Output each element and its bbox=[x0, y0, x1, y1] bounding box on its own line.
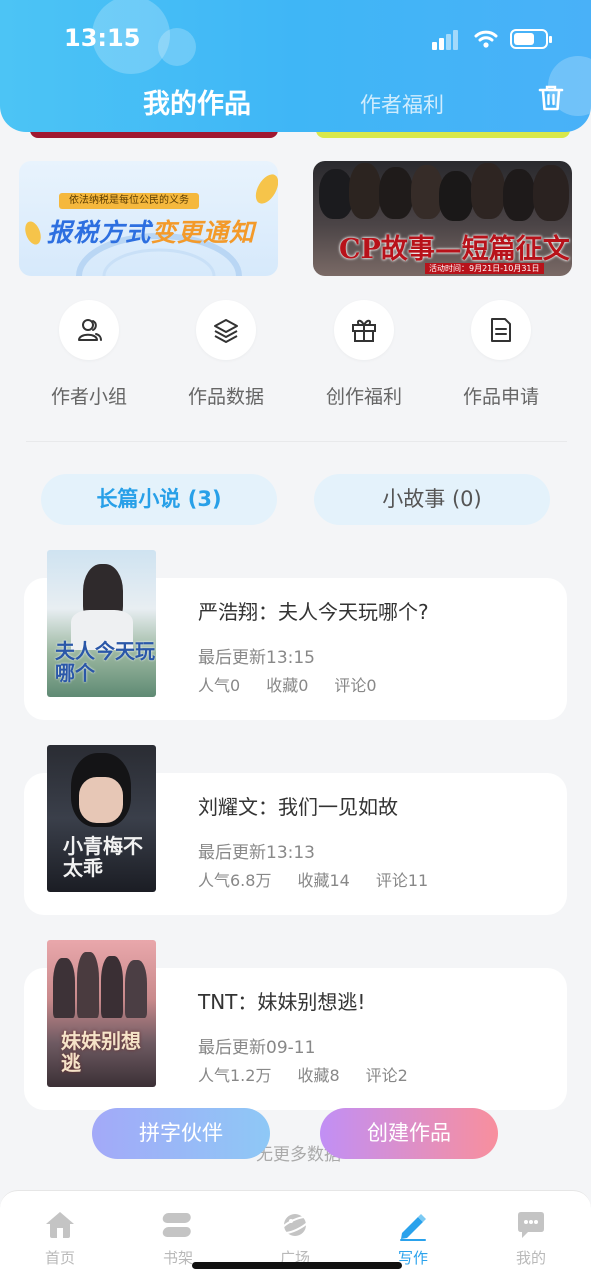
pen-icon bbox=[400, 1214, 426, 1241]
create-work-button[interactable]: 创建作品 bbox=[320, 1108, 498, 1159]
tab-short-story[interactable]: 小故事 (0) bbox=[314, 474, 550, 525]
work-comments: 评论11 bbox=[375, 871, 429, 890]
tab-my-works[interactable]: 我的作品 bbox=[143, 82, 251, 121]
decor-figure bbox=[379, 167, 413, 219]
quick-action-creation-welfare[interactable]: 创作福利 bbox=[304, 300, 424, 409]
work-popularity: 人气6.8万 bbox=[198, 871, 272, 890]
work-cover[interactable]: 夫人今天玩哪个 bbox=[47, 550, 156, 697]
nav-square[interactable]: 广场 bbox=[255, 1209, 335, 1268]
work-favorites: 收藏14 bbox=[297, 871, 350, 890]
bookshelf-icon bbox=[162, 1213, 191, 1237]
tab-author-welfare[interactable]: 作者福利 bbox=[360, 89, 444, 119]
home-icon bbox=[46, 1212, 74, 1238]
work-comments: 评论2 bbox=[365, 1066, 408, 1085]
banner-cp-date: 活动时间：9月21日-10月31日 bbox=[425, 263, 544, 274]
decor-figure bbox=[349, 163, 381, 219]
quick-action-label: 创作福利 bbox=[325, 386, 402, 408]
quick-action-label: 作者小组 bbox=[50, 386, 127, 408]
layers-icon bbox=[214, 319, 238, 343]
cover-figure bbox=[101, 956, 123, 1018]
nav-mine[interactable]: 我的 bbox=[491, 1209, 571, 1268]
decor-figure bbox=[319, 169, 353, 219]
nav-label: 我的 bbox=[515, 1249, 546, 1267]
cover-figure bbox=[79, 777, 123, 823]
work-comments: 评论0 bbox=[334, 676, 377, 695]
work-popularity: 人气0 bbox=[198, 676, 241, 695]
work-cover[interactable]: 妹妹别想逃 bbox=[47, 940, 156, 1087]
quick-action-icon-wrap bbox=[471, 300, 531, 360]
cover-figure bbox=[77, 952, 99, 1018]
work-favorites: 收藏0 bbox=[266, 676, 309, 695]
work-favorites: 收藏8 bbox=[297, 1066, 340, 1085]
banner-tax-title-a: 报税方式 bbox=[47, 218, 152, 247]
work-stats: 人气0 收藏0 评论0 bbox=[198, 672, 403, 696]
banner-tax-title: 报税方式变更通知 bbox=[47, 213, 255, 249]
nav-home[interactable]: 首页 bbox=[20, 1209, 100, 1268]
quick-action-work-data[interactable]: 作品数据 bbox=[166, 300, 286, 409]
decor-figure bbox=[471, 163, 505, 219]
work-updated: 最后更新13:15 bbox=[198, 648, 315, 668]
home-indicator bbox=[192, 1262, 402, 1269]
banner-tax-notice[interactable]: 依法纳税是每位公民的义务 报税方式变更通知 bbox=[19, 161, 278, 276]
banner-cp-title: CP故事—短篇征文 bbox=[339, 234, 570, 265]
cover-title: 小青梅不太乖 bbox=[63, 834, 143, 880]
decor-bubble bbox=[158, 28, 196, 66]
signal-icon bbox=[432, 30, 462, 50]
status-time: 13:15 bbox=[64, 24, 141, 52]
work-title: 刘耀文：我们一见如故 bbox=[198, 795, 398, 819]
tab-long-novel[interactable]: 长篇小说 (3) bbox=[41, 474, 277, 525]
nav-bookshelf[interactable]: 书架 bbox=[138, 1209, 218, 1268]
trash-icon[interactable] bbox=[535, 82, 567, 114]
work-popularity: 人气1.2万 bbox=[198, 1066, 272, 1085]
quick-action-author-group[interactable]: 作者小组 bbox=[29, 300, 149, 409]
work-cover[interactable]: 小青梅不太乖 bbox=[47, 745, 156, 892]
quick-action-label: 作品申请 bbox=[462, 386, 539, 408]
work-stats: 人气6.8万 收藏14 评论11 bbox=[198, 867, 454, 891]
wifi-icon bbox=[474, 30, 498, 48]
gift-icon bbox=[352, 319, 376, 342]
decor-figure bbox=[439, 171, 473, 221]
quick-action-icon-wrap bbox=[59, 300, 119, 360]
work-title: 严浩翔：夫人今天玩哪个? bbox=[198, 600, 429, 624]
header: 13:15 我的作品 作者福利 bbox=[0, 0, 591, 132]
decor-figure bbox=[503, 169, 535, 221]
chat-icon bbox=[518, 1212, 544, 1238]
decor-figure bbox=[533, 165, 569, 221]
divider bbox=[26, 441, 567, 442]
work-stats: 人气1.2万 收藏8 评论2 bbox=[198, 1062, 434, 1086]
document-icon bbox=[491, 318, 511, 342]
banner-cp-contest[interactable]: CP故事—短篇征文 活动时间：9月21日-10月31日 bbox=[313, 161, 572, 276]
planet-icon bbox=[279, 1214, 311, 1236]
author-group-icon bbox=[78, 319, 102, 341]
cover-title: 妹妹别想逃 bbox=[61, 1029, 141, 1075]
quick-action-label: 作品数据 bbox=[187, 386, 264, 408]
nav-label: 首页 bbox=[44, 1249, 75, 1267]
quick-action-work-apply[interactable]: 作品申请 bbox=[441, 300, 561, 409]
banner-tax-subtitle: 依法纳税是每位公民的义务 bbox=[59, 193, 199, 209]
cover-figure bbox=[53, 958, 75, 1018]
cover-title: 夫人今天玩哪个 bbox=[55, 639, 155, 685]
work-updated: 最后更新09-11 bbox=[198, 1038, 316, 1058]
battery-icon bbox=[510, 29, 552, 49]
quick-action-icon-wrap bbox=[334, 300, 394, 360]
work-title: TNT：妹妹别想逃! bbox=[198, 990, 366, 1014]
pin-partner-button[interactable]: 拼字伙伴 bbox=[92, 1108, 270, 1159]
work-updated: 最后更新13:13 bbox=[198, 843, 315, 863]
cover-figure bbox=[125, 960, 147, 1018]
nav-write[interactable]: 写作 bbox=[373, 1209, 453, 1268]
quick-action-icon-wrap bbox=[196, 300, 256, 360]
banner-tax-title-b: 变更通知 bbox=[151, 218, 256, 247]
